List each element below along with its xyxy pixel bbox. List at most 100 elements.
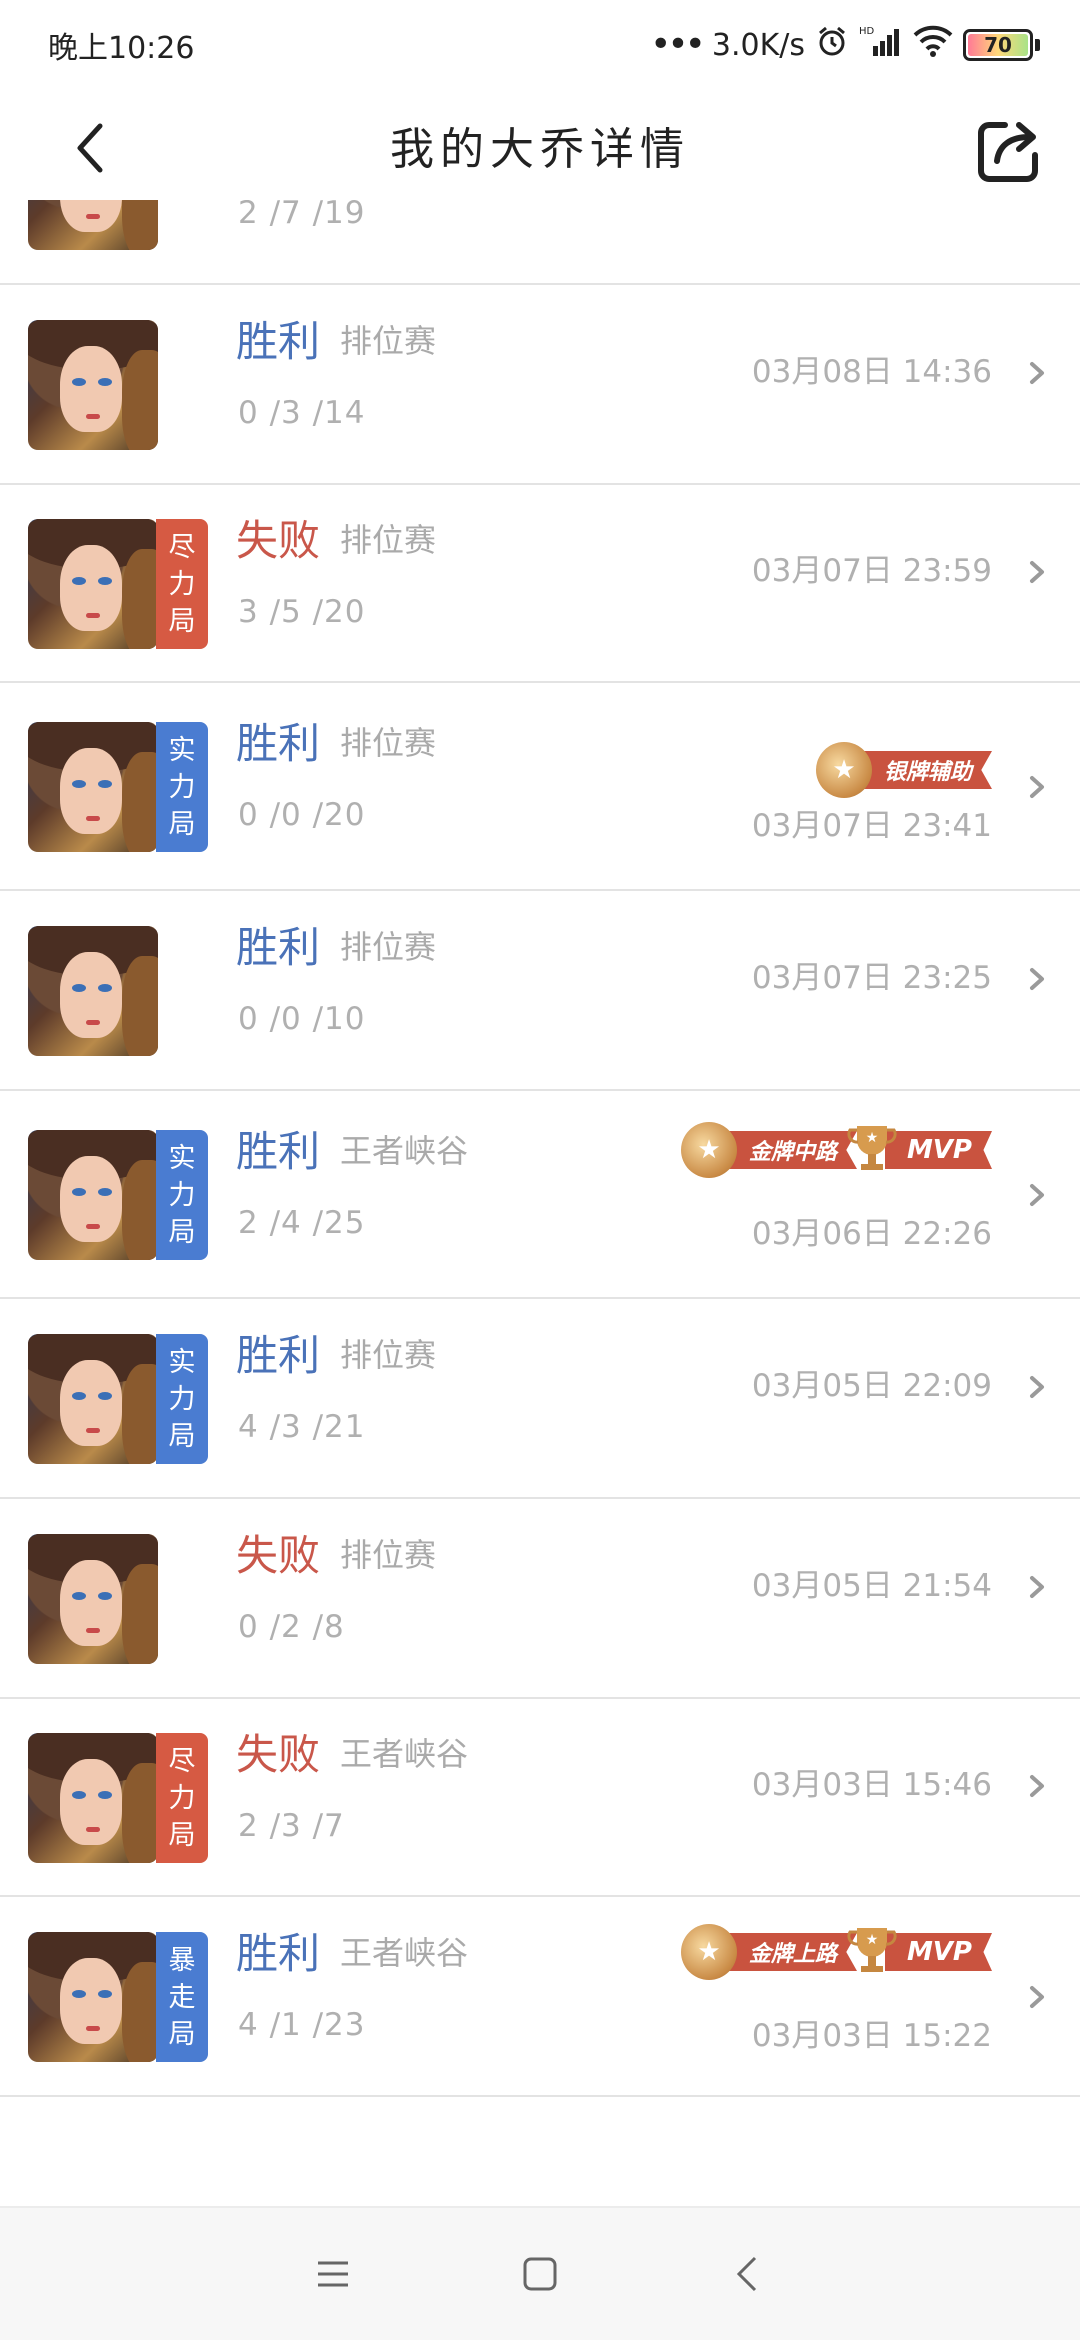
match-mode: 排位赛 — [340, 521, 437, 559]
status-icons: ••• 3.0K/s HD 70 — [650, 24, 1040, 66]
hero-avatar-group: 暴走局 — [28, 1932, 210, 2062]
chevron-right-icon[interactable] — [1022, 557, 1052, 587]
match-tag: 实力局 — [156, 1334, 208, 1464]
hero-avatar — [28, 1733, 158, 1863]
honor-badge: ★ 金牌中路 — [680, 1122, 857, 1178]
match-kda: 0 /0 /10 — [238, 1001, 366, 1037]
hero-avatar — [28, 1534, 158, 1664]
mvp-badge: ★ MVP — [847, 1924, 992, 1980]
hero-avatar — [28, 200, 158, 250]
match-mode: 排位赛 — [340, 928, 437, 966]
match-mode: 排位赛 — [340, 724, 437, 762]
medal-icon: ★ — [680, 1924, 737, 1980]
share-button[interactable] — [970, 110, 1050, 190]
match-row[interactable]: 失败 排位赛 0 /2 /8 03月05日 21:54 — [0, 1499, 1080, 1699]
match-row[interactable]: 尽力局失败 排位赛 3 /5 /20 03月07日 23:59 — [0, 485, 1080, 683]
match-tag-char: 尽 — [168, 531, 196, 563]
mvp-badge: ★ MVP — [847, 1122, 992, 1178]
match-tag: 暴走局 — [156, 1932, 208, 2062]
nav-back-icon — [736, 2256, 756, 2292]
nav-home-button[interactable] — [510, 2244, 570, 2304]
match-result: 胜利 — [236, 317, 321, 366]
match-kda: 0 /0 /20 — [238, 797, 366, 833]
nav-back-button[interactable] — [717, 2244, 777, 2304]
top-app-bar: 我的大乔详情 — [0, 90, 1080, 200]
match-tag-char: 走 — [168, 1981, 196, 2013]
hero-avatar — [28, 519, 158, 649]
wifi-icon — [913, 25, 953, 65]
honor-badge-label: 银牌辅助 — [857, 751, 992, 789]
match-row[interactable]: 实力局胜利 排位赛 4 /3 /21 03月05日 22:09 — [0, 1299, 1080, 1499]
match-mode: 王者峡谷 — [340, 1735, 469, 1773]
hero-avatar-group — [28, 926, 210, 1056]
match-tag-char: 实 — [168, 734, 196, 766]
match-result: 失败 — [236, 1531, 321, 1580]
chevron-right-icon[interactable] — [1022, 964, 1052, 994]
status-bar: 晚上10:26 ••• 3.0K/s HD 70 — [0, 0, 1080, 90]
match-row[interactable]: 尽力局失败 王者峡谷 2 /3 /7 03月03日 15:46 — [0, 1699, 1080, 1897]
match-row[interactable]: 胜利 排位赛 0 /3 /14 03月08日 14:36 — [0, 285, 1080, 485]
more-dots-icon: ••• — [650, 24, 706, 65]
chevron-right-icon[interactable] — [1022, 1982, 1052, 2012]
chevron-right-icon[interactable] — [1022, 772, 1052, 802]
match-tag-char: 局 — [168, 1819, 196, 1851]
share-icon — [978, 122, 1038, 182]
chevron-right-icon[interactable] — [1022, 1372, 1052, 1402]
svg-text:★: ★ — [866, 1130, 879, 1146]
battery-tip — [1035, 39, 1040, 51]
svg-text:★: ★ — [866, 1932, 879, 1948]
match-row[interactable]: 暴走局胜利 王者峡谷 4 /1 /23 03月03日 15:22 ★ MVP ★ 金牌上路 — [0, 1897, 1080, 2097]
hero-avatar-group — [28, 1534, 210, 1664]
medal-icon: ★ — [680, 1122, 737, 1178]
battery-level: 70 — [984, 33, 1012, 57]
match-mode: 王者峡谷 — [340, 1934, 469, 1972]
nav-menu-button[interactable] — [303, 2244, 363, 2304]
match-row[interactable]: 实力局胜利 王者峡谷 2 /4 /25 03月06日 22:26 ★ MVP ★ 金牌中路 — [0, 1091, 1080, 1299]
match-row[interactable]: 胜利 排位赛 0 /0 /10 03月07日 23:25 — [0, 891, 1080, 1091]
chevron-right-icon[interactable] — [1022, 1572, 1052, 1602]
match-date: 03月07日 23:59 — [751, 553, 992, 589]
match-tag-char: 力 — [168, 1782, 196, 1814]
match-result: 胜利 — [236, 923, 321, 972]
match-kda: 4 /1 /23 — [238, 2007, 366, 2043]
match-date: 03月07日 23:41 — [751, 808, 992, 844]
hero-avatar — [28, 1932, 158, 2062]
match-tag-char: 力 — [168, 771, 196, 803]
signal-icon: HD — [859, 24, 903, 66]
chevron-right-icon[interactable] — [1022, 1180, 1052, 1210]
back-button[interactable] — [60, 118, 120, 178]
match-tag-char: 实 — [168, 1142, 196, 1174]
match-date: 03月03日 15:22 — [751, 2018, 992, 2054]
match-kda: 0 /3 /14 — [238, 395, 366, 431]
home-square-icon — [523, 2257, 557, 2291]
match-tag-char: 局 — [168, 1420, 196, 1452]
chevron-right-icon[interactable] — [1022, 358, 1052, 388]
match-tag-char: 力 — [168, 1179, 196, 1211]
hero-avatar-group — [28, 200, 210, 250]
mvp-label: MVP — [884, 1933, 992, 1971]
match-tag-char: 局 — [168, 808, 196, 840]
hero-avatar-group: 实力局 — [28, 1130, 210, 1260]
match-date: 03月07日 23:25 — [751, 960, 992, 996]
system-nav-bar — [0, 2206, 1080, 2340]
svg-text:HD: HD — [859, 26, 875, 37]
honor-badge: ★ 金牌上路 — [680, 1924, 857, 1980]
alarm-icon — [815, 24, 849, 66]
page-title: 我的大乔详情 — [390, 124, 690, 175]
chevron-right-icon[interactable] — [1022, 1771, 1052, 1801]
match-date: 03月03日 15:46 — [751, 1767, 992, 1803]
match-mode: 排位赛 — [340, 1336, 437, 1374]
match-result: 胜利 — [236, 1331, 321, 1380]
match-result: 胜利 — [236, 719, 321, 768]
battery-icon: 70 — [963, 29, 1033, 61]
match-tag-char: 局 — [168, 1216, 196, 1248]
match-kda: 3 /5 /20 — [238, 594, 366, 630]
match-date: 03月06日 22:26 — [751, 1216, 992, 1252]
match-kda: 2 /3 /7 — [238, 1808, 345, 1844]
match-row[interactable]: 胜利排位赛2 /7 /1903月08日 14:53 — [0, 200, 1080, 285]
honor-badge-label: 金牌上路 — [722, 1933, 857, 1971]
match-tag-char: 局 — [168, 605, 196, 637]
match-row[interactable]: 实力局胜利 排位赛 0 /0 /20 03月07日 23:41 ★ 银牌辅助 — [0, 683, 1080, 891]
hero-avatar — [28, 1130, 158, 1260]
match-mode: 王者峡谷 — [340, 1132, 469, 1170]
